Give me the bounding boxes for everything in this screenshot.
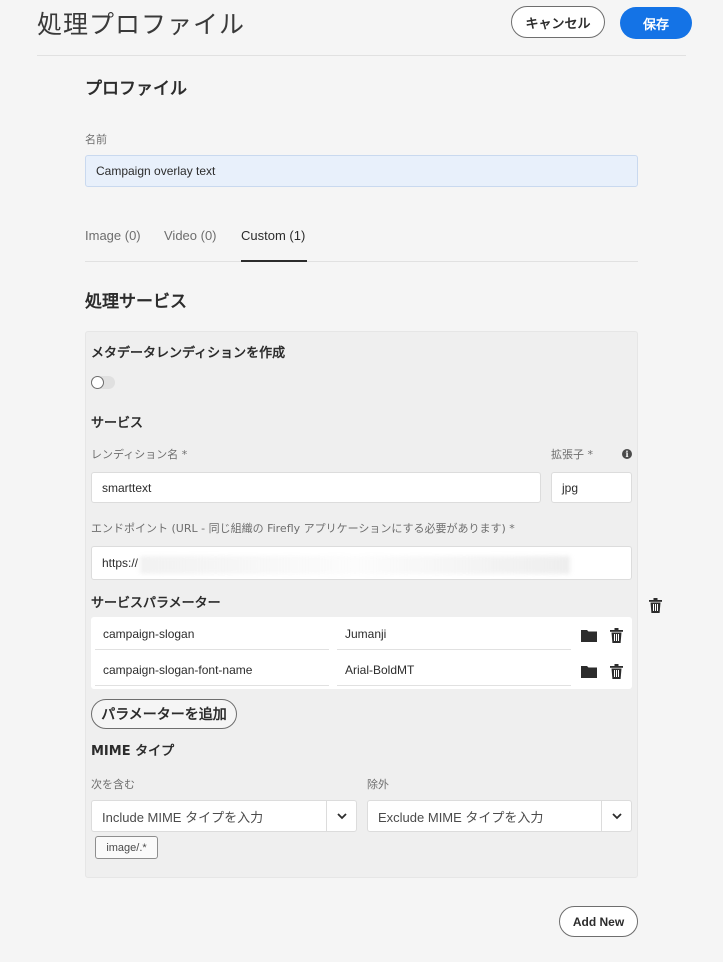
include-dropdown-button[interactable] bbox=[326, 801, 356, 831]
header-divider bbox=[37, 55, 686, 56]
add-new-button[interactable]: Add New bbox=[559, 906, 638, 937]
metadata-rendition-title: メタデータレンディションを作成 bbox=[91, 346, 286, 361]
trash-icon[interactable] bbox=[607, 662, 625, 680]
save-button[interactable]: 保存 bbox=[620, 7, 692, 39]
exclude-label: 除外 bbox=[367, 778, 389, 791]
exclude-mime-combobox: Exclude MIME タイプを入力 bbox=[367, 800, 632, 832]
tab-custom[interactable]: Custom (1) bbox=[241, 228, 305, 243]
exclude-mime-input[interactable]: Exclude MIME タイプを入力 bbox=[368, 801, 601, 831]
rendition-name-label: レンディション名 * bbox=[91, 448, 188, 461]
include-label: 次を含む bbox=[91, 778, 135, 791]
page-title: 処理プロファイル bbox=[37, 10, 246, 39]
services-section-title: 処理サービス bbox=[85, 292, 187, 312]
tab-active-indicator bbox=[241, 260, 307, 262]
extension-label: 拡張子 * bbox=[551, 448, 593, 461]
service-params-title: サービスパラメーター bbox=[91, 596, 221, 611]
folder-icon[interactable] bbox=[580, 662, 598, 680]
include-mime-combobox: Include MIME タイプを入力 bbox=[91, 800, 357, 832]
cancel-button[interactable]: キャンセル bbox=[511, 6, 605, 38]
delete-service-trash-icon[interactable] bbox=[646, 596, 664, 614]
exclude-dropdown-button[interactable] bbox=[601, 801, 631, 831]
folder-icon[interactable] bbox=[580, 626, 598, 644]
name-label: 名前 bbox=[85, 133, 107, 146]
mime-type-title: MIME タイプ bbox=[91, 744, 175, 759]
toggle-knob bbox=[91, 376, 104, 389]
service-title: サービス bbox=[91, 416, 144, 431]
tab-image[interactable]: Image (0) bbox=[85, 228, 141, 243]
param-value-input[interactable]: Arial-BoldMT bbox=[337, 655, 571, 686]
chevron-down-icon bbox=[336, 812, 347, 819]
tab-video[interactable]: Video (0) bbox=[164, 228, 217, 243]
include-mime-input[interactable]: Include MIME タイプを入力 bbox=[92, 801, 326, 831]
extension-input[interactable]: jpg bbox=[551, 472, 632, 503]
add-parameter-button[interactable]: パラメーターを追加 bbox=[91, 699, 237, 729]
rendition-name-input[interactable]: smarttext bbox=[91, 472, 541, 503]
param-name-input[interactable]: campaign-slogan-font-name bbox=[95, 655, 329, 686]
name-input[interactable]: Campaign overlay text bbox=[85, 155, 638, 187]
include-mime-tag[interactable]: image/.* bbox=[95, 836, 158, 859]
chevron-down-icon bbox=[611, 812, 622, 819]
info-icon[interactable]: i bbox=[622, 449, 632, 459]
endpoint-redaction bbox=[140, 556, 570, 574]
endpoint-label: エンドポイント (URL - 同じ組織の Firefly アプリケーションにする… bbox=[91, 522, 515, 535]
tabs-divider bbox=[85, 261, 638, 262]
trash-icon[interactable] bbox=[607, 626, 625, 644]
profile-section-title: プロファイル bbox=[85, 79, 187, 99]
param-name-input[interactable]: campaign-slogan bbox=[95, 619, 329, 650]
param-value-input[interactable]: Jumanji bbox=[337, 619, 571, 650]
